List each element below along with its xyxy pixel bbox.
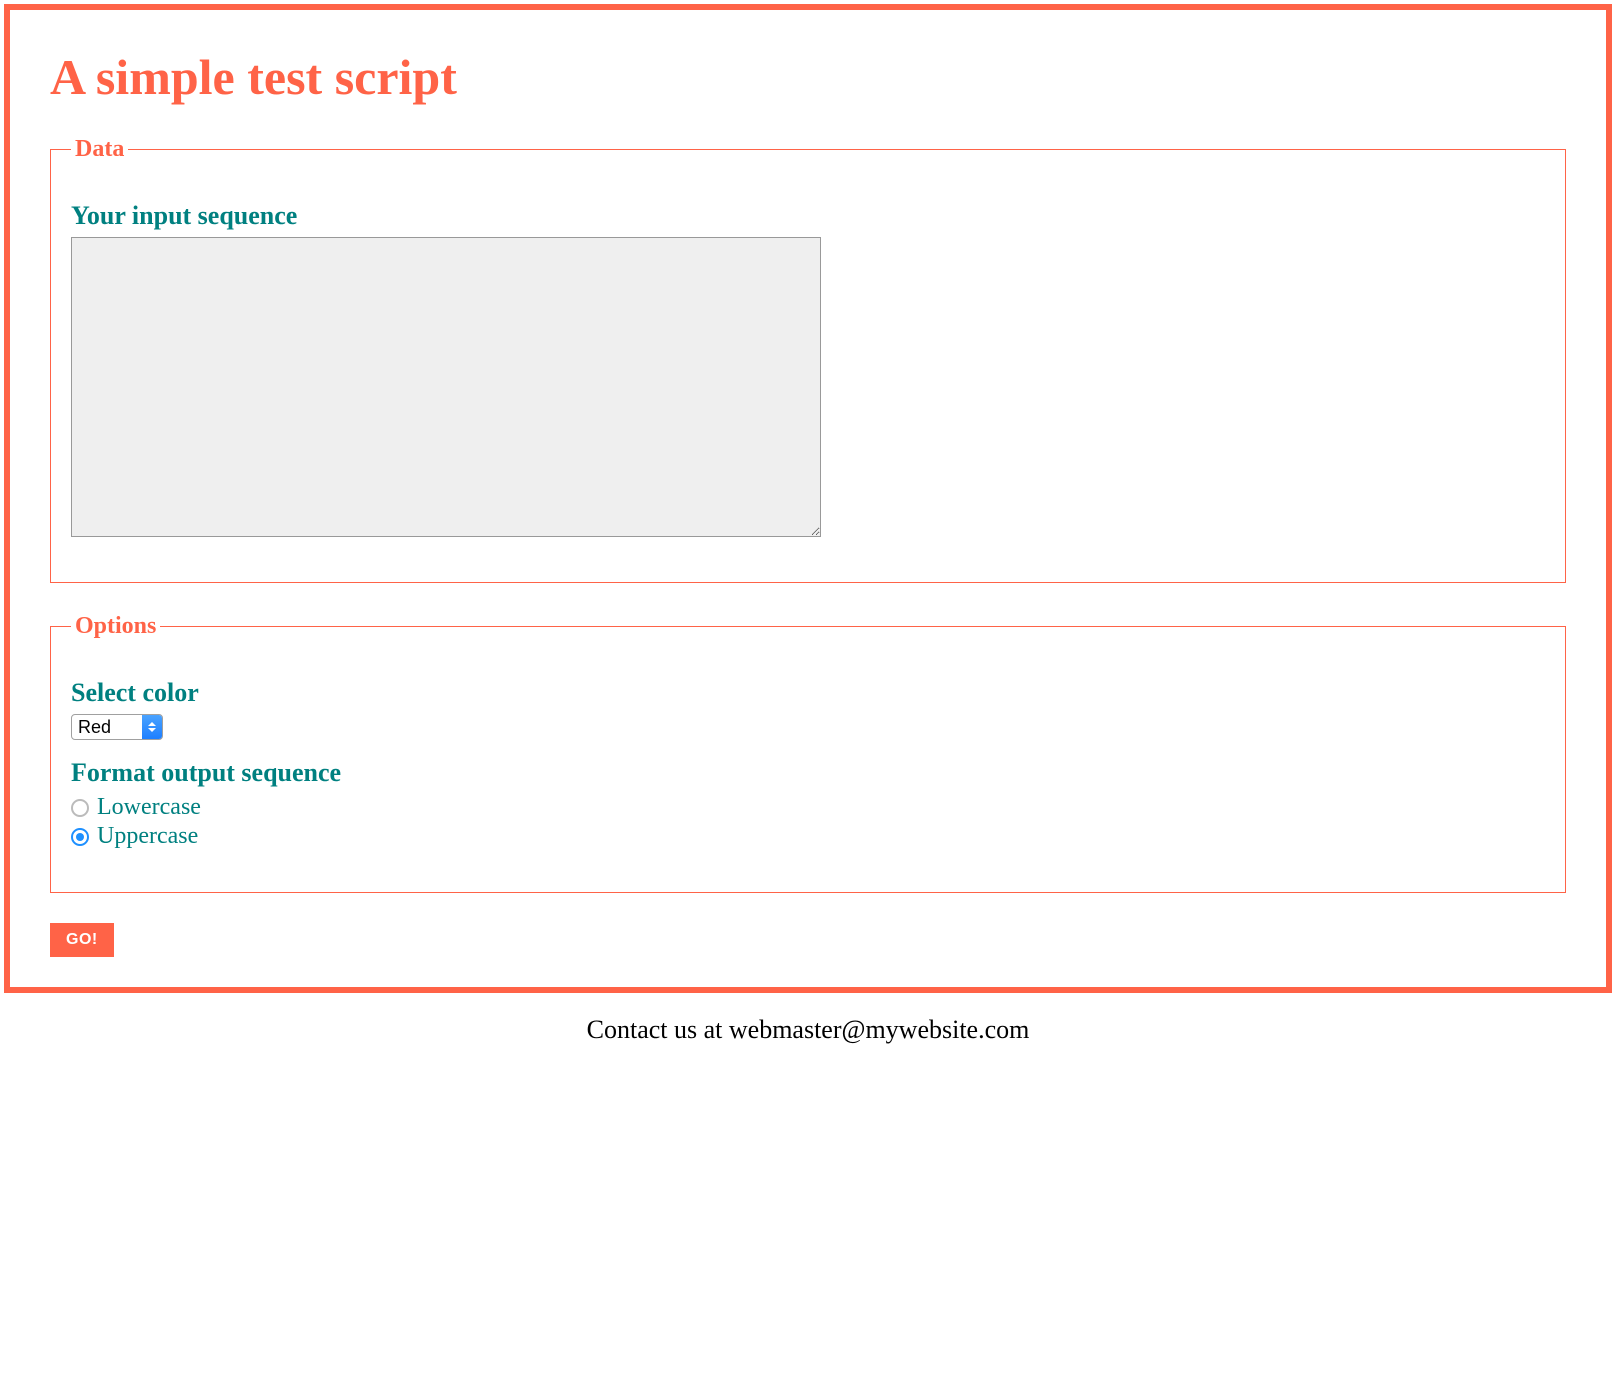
radio-row-uppercase: Uppercase [71, 823, 1545, 850]
select-color-label: Select color [71, 678, 1545, 708]
data-legend: Data [71, 136, 128, 163]
radio-lowercase[interactable] [71, 799, 89, 817]
page-title: A simple test script [50, 48, 1566, 106]
select-color-value: Red [72, 715, 142, 739]
footer-contact-text: Contact us at webmaster@mywebsite.com [0, 1015, 1616, 1045]
input-sequence-label: Your input sequence [71, 201, 1545, 231]
data-fieldset: Data Your input sequence [50, 136, 1566, 583]
radio-lowercase-label: Lowercase [97, 794, 201, 821]
options-fieldset: Options Select color Red Format output s… [50, 613, 1566, 893]
options-legend: Options [71, 613, 160, 640]
radio-row-lowercase: Lowercase [71, 794, 1545, 821]
go-button[interactable]: GO! [50, 923, 114, 957]
radio-uppercase-label: Uppercase [97, 823, 198, 850]
format-output-label: Format output sequence [71, 758, 1545, 788]
format-radio-group: Lowercase Uppercase [71, 794, 1545, 850]
main-panel: A simple test script Data Your input seq… [4, 4, 1612, 993]
chevron-up-down-icon [142, 715, 162, 739]
select-color-dropdown[interactable]: Red [71, 714, 163, 740]
radio-uppercase[interactable] [71, 828, 89, 846]
input-sequence-textarea[interactable] [71, 237, 821, 537]
